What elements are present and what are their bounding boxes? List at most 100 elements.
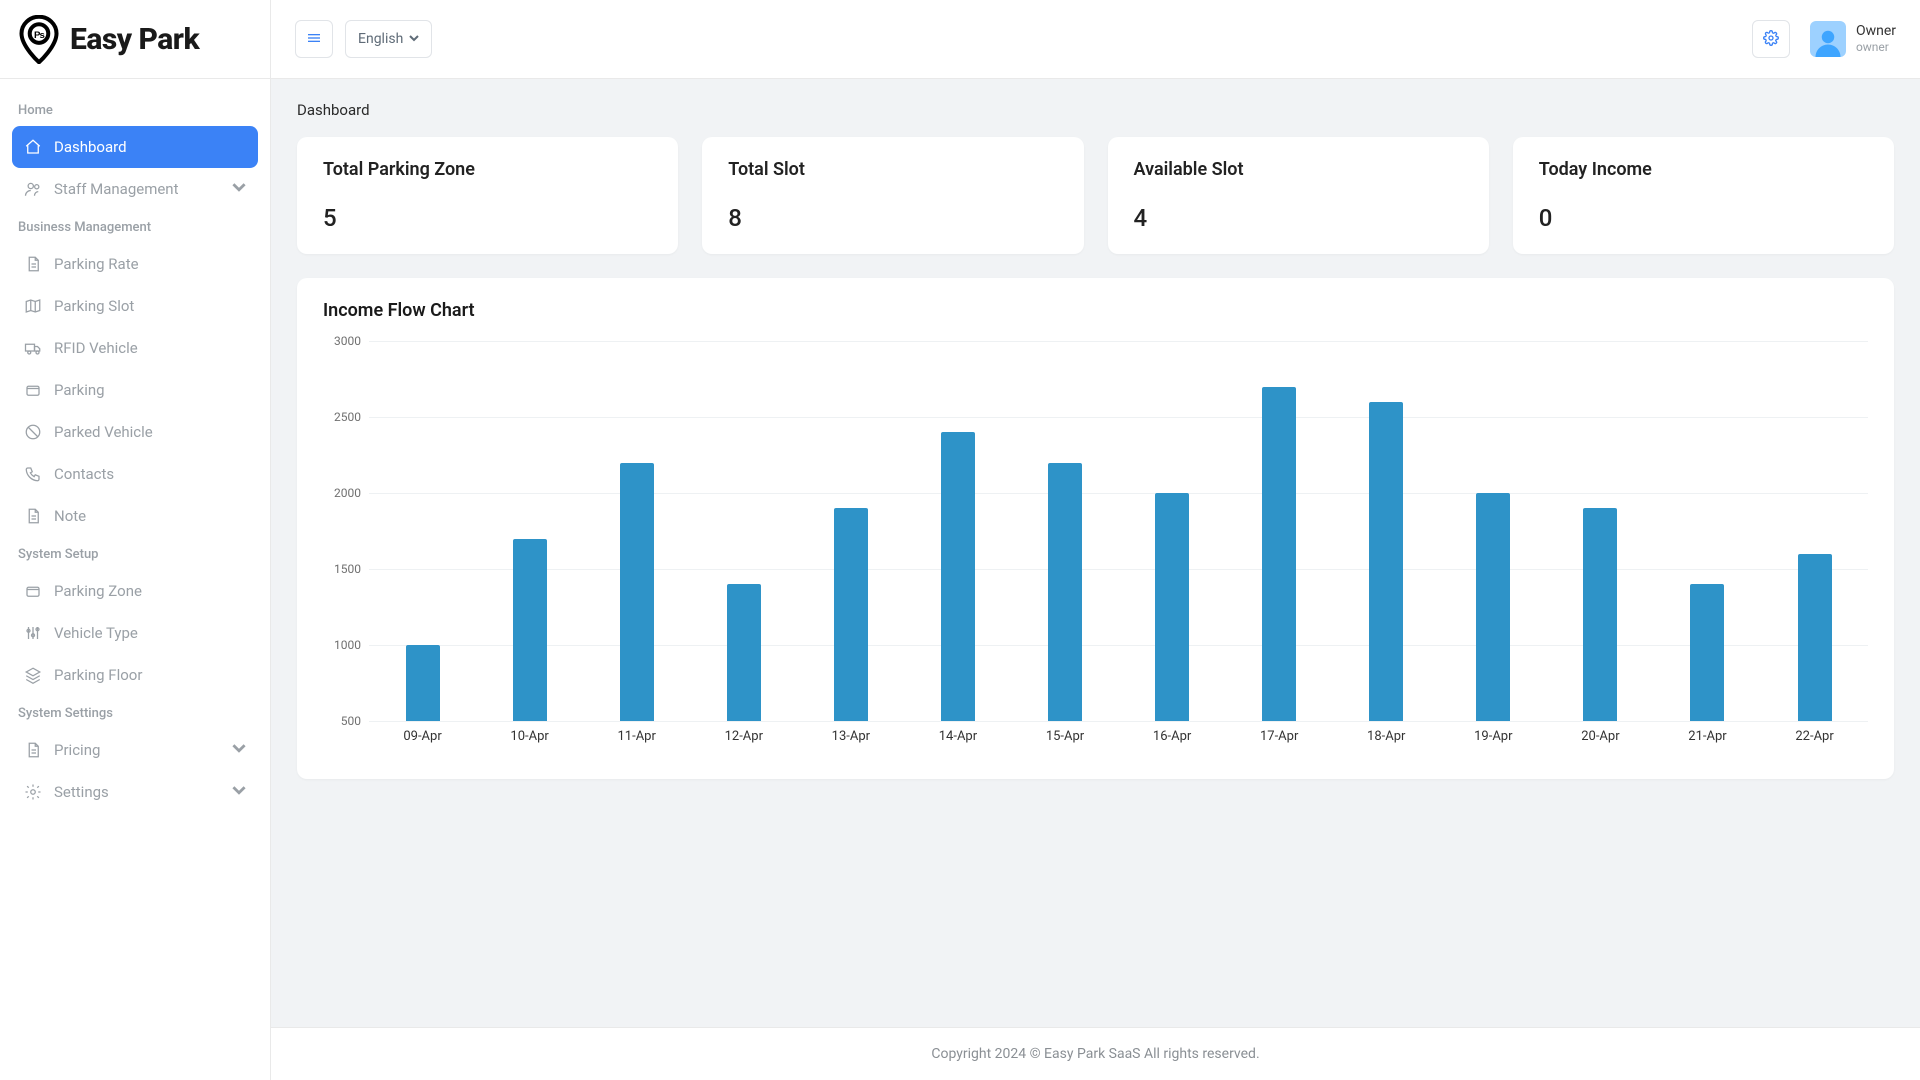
- map-pin-icon: Ps: [18, 16, 60, 62]
- chart-x-tick: 15-Apr: [1011, 721, 1118, 751]
- stat-label: Total Parking Zone: [323, 159, 652, 180]
- chart-x-tick: 19-Apr: [1440, 721, 1547, 751]
- sidebar-item-contacts[interactable]: Contacts: [12, 453, 258, 495]
- chevron-down-icon: [409, 31, 419, 47]
- chart-x-tick: 12-Apr: [690, 721, 797, 751]
- chart-bar-column: [1333, 341, 1440, 721]
- chart-bar[interactable]: [727, 584, 761, 721]
- chart-bar[interactable]: [406, 645, 440, 721]
- sidebar-item-label: Parking Slot: [54, 297, 134, 315]
- sidebar-item-note[interactable]: Note: [12, 495, 258, 537]
- nav-section-label: Home: [12, 93, 258, 126]
- stat-value: 5: [323, 204, 652, 232]
- sidebar-item-parking-rate[interactable]: Parking Rate: [12, 243, 258, 285]
- sidebar-item-label: Dashboard: [54, 138, 127, 156]
- chart-bar[interactable]: [834, 508, 868, 721]
- stat-label: Total Slot: [728, 159, 1057, 180]
- stat-value: 0: [1539, 204, 1868, 232]
- chart-x-tick: 20-Apr: [1547, 721, 1654, 751]
- chart-bar-column: [1119, 341, 1226, 721]
- sidebar: Ps Easy Park Home Dashboard Staff Manageme…: [0, 0, 271, 1080]
- package-icon: [24, 381, 42, 399]
- chart-bar[interactable]: [1583, 508, 1617, 721]
- sidebar-nav: HomeDashboardStaff ManagementBusiness Ma…: [0, 79, 270, 827]
- stat-card: Total Parking Zone 5: [297, 137, 678, 254]
- chart-bar-column: [583, 341, 690, 721]
- sidebar-item-label: Parking Rate: [54, 255, 139, 273]
- gear-icon: [24, 783, 42, 801]
- file-icon: [24, 507, 42, 525]
- chart-x-tick: 11-Apr: [583, 721, 690, 751]
- sidebar-item-label: Parking Floor: [54, 666, 142, 684]
- chart-y-tick: 500: [341, 714, 361, 728]
- sidebar-item-label: Parked Vehicle: [54, 423, 153, 441]
- chart-x-tick: 13-Apr: [797, 721, 904, 751]
- chart-bar[interactable]: [1798, 554, 1832, 721]
- chart-bar-column: [1547, 341, 1654, 721]
- chart-bar-column: [1226, 341, 1333, 721]
- sidebar-item-settings[interactable]: Settings: [12, 771, 258, 813]
- chevron-down-icon: [232, 783, 246, 801]
- chart-x-tick: 17-Apr: [1226, 721, 1333, 751]
- chart-bar[interactable]: [1690, 584, 1724, 721]
- settings-button[interactable]: [1752, 20, 1790, 58]
- chart-y-tick: 2000: [334, 486, 361, 500]
- chart-bar[interactable]: [513, 539, 547, 721]
- chart-x-tick: 16-Apr: [1119, 721, 1226, 751]
- stat-value: 8: [728, 204, 1057, 232]
- sidebar-item-parking-floor[interactable]: Parking Floor: [12, 654, 258, 696]
- chart-bar[interactable]: [620, 463, 654, 721]
- chart-bar[interactable]: [1155, 493, 1189, 721]
- nav-section-label: System Settings: [12, 696, 258, 729]
- home-icon: [24, 138, 42, 156]
- user-menu[interactable]: Owner owner: [1810, 21, 1896, 57]
- layers-icon: [24, 666, 42, 684]
- chart-y-tick: 2500: [334, 410, 361, 424]
- sidebar-item-label: Parking Zone: [54, 582, 142, 600]
- user-name: Owner: [1856, 23, 1896, 40]
- chart-bar-column: [1440, 341, 1547, 721]
- sidebar-toggle-button[interactable]: [295, 20, 333, 58]
- chevron-down-icon: [232, 741, 246, 759]
- user-role: owner: [1856, 40, 1896, 54]
- language-select[interactable]: English: [345, 20, 432, 58]
- nav-section-label: System Setup: [12, 537, 258, 570]
- sidebar-item-staff-management[interactable]: Staff Management: [12, 168, 258, 210]
- sidebar-item-rfid-vehicle[interactable]: RFID Vehicle: [12, 327, 258, 369]
- chart-bar[interactable]: [1048, 463, 1082, 721]
- file-icon: [24, 255, 42, 273]
- chart-bar[interactable]: [1262, 387, 1296, 721]
- sidebar-item-parked-vehicle[interactable]: Parked Vehicle: [12, 411, 258, 453]
- sidebar-item-pricing[interactable]: Pricing: [12, 729, 258, 771]
- sidebar-item-label: Parking: [54, 381, 105, 399]
- users-icon: [24, 180, 42, 198]
- chart-bar-column: [690, 341, 797, 721]
- package-icon: [24, 582, 42, 600]
- chart-x-tick: 10-Apr: [476, 721, 583, 751]
- chart-y-tick: 1000: [334, 638, 361, 652]
- sidebar-item-label: Contacts: [54, 465, 114, 483]
- sidebar-item-parking-zone[interactable]: Parking Zone: [12, 570, 258, 612]
- income-chart-card: Income Flow Chart 5001000150020002500300…: [297, 278, 1894, 779]
- stat-card: Available Slot 4: [1108, 137, 1489, 254]
- sidebar-item-parking[interactable]: Parking: [12, 369, 258, 411]
- chart-bar-column: [904, 341, 1011, 721]
- chart-x-tick: 09-Apr: [369, 721, 476, 751]
- sidebar-item-vehicle-type[interactable]: Vehicle Type: [12, 612, 258, 654]
- chart-y-tick: 3000: [334, 334, 361, 348]
- sidebar-item-dashboard[interactable]: Dashboard: [12, 126, 258, 168]
- sliders-icon: [24, 624, 42, 642]
- chart-bar[interactable]: [941, 432, 975, 721]
- brand-name: Easy Park: [70, 22, 199, 57]
- brand-logo[interactable]: Ps Easy Park: [0, 0, 270, 79]
- stat-label: Available Slot: [1134, 159, 1463, 180]
- income-chart: 50010001500200025003000 09-Apr10-Apr11-A…: [323, 341, 1868, 751]
- svg-text:Ps: Ps: [34, 30, 45, 41]
- sidebar-item-parking-slot[interactable]: Parking Slot: [12, 285, 258, 327]
- chart-y-tick: 1500: [334, 562, 361, 576]
- chart-bar[interactable]: [1369, 402, 1403, 721]
- breadcrumb: Dashboard: [297, 101, 1894, 119]
- file-icon: [24, 741, 42, 759]
- stat-value: 4: [1134, 204, 1463, 232]
- chart-bar[interactable]: [1476, 493, 1510, 721]
